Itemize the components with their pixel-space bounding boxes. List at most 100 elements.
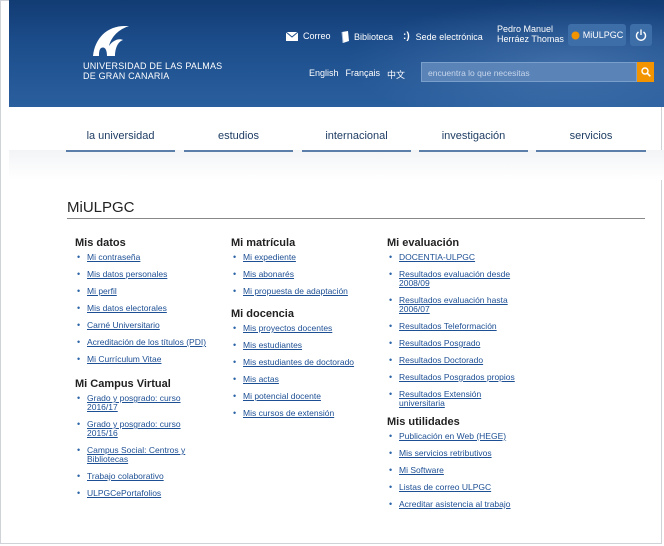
logo-text: UNIVERSIDAD DE LAS PALMAS DE GRAN CANARI… bbox=[83, 61, 222, 81]
lang-french[interactable]: Français bbox=[346, 68, 381, 81]
link-campus-social[interactable]: Campus Social: Centros y Bibliotecas bbox=[87, 445, 185, 464]
link-curriculum-vitae[interactable]: Mi Currículum Vitae bbox=[87, 354, 161, 364]
link-resultados-desde[interactable]: Resultados evaluación desde 2008/09 bbox=[399, 269, 510, 288]
mail-icon bbox=[286, 31, 298, 41]
section-mi-evaluacion: Mi evaluación bbox=[387, 237, 460, 249]
list-item: Mis datos personales bbox=[75, 269, 225, 280]
sede-link[interactable]: :) Sede electrónica bbox=[403, 31, 483, 42]
list-item: Mis estudiantes bbox=[231, 340, 381, 351]
nav-la-universidad[interactable]: la universidad bbox=[66, 130, 175, 152]
logo-line1: UNIVERSIDAD DE LAS PALMAS bbox=[83, 61, 223, 71]
list-item: Resultados Doctorado bbox=[387, 355, 547, 366]
list-item: Resultados Posgrados propios bbox=[387, 372, 547, 383]
link-acreditacion-titulos[interactable]: Acreditación de los títulos (PDI) bbox=[87, 337, 206, 347]
search-icon bbox=[640, 67, 651, 77]
list-item: Mi Currículum Vitae bbox=[75, 354, 225, 365]
link-mis-estudiantes[interactable]: Mis estudiantes bbox=[243, 340, 302, 350]
list-item: Mis actas bbox=[231, 374, 381, 385]
link-estudiantes-doctorado[interactable]: Mis estudiantes de doctorado bbox=[243, 357, 354, 367]
link-mis-actas[interactable]: Mis actas bbox=[243, 374, 279, 384]
logout-button[interactable] bbox=[630, 24, 652, 46]
miulpgc-button[interactable]: MiULPGC bbox=[568, 24, 626, 46]
section-mis-utilidades: Mis utilidades bbox=[387, 416, 460, 428]
link-cursos-extension[interactable]: Mis cursos de extensión bbox=[243, 408, 334, 418]
lang-chinese[interactable]: 中文 bbox=[387, 68, 405, 81]
site-header: UNIVERSIDAD DE LAS PALMAS DE GRAN CANARI… bbox=[9, 0, 664, 107]
link-propuesta-adaptacion[interactable]: Mi propuesta de adaptación bbox=[243, 286, 348, 296]
link-acreditar-asistencia[interactable]: Acreditar asistencia al trabajo bbox=[399, 499, 511, 509]
list-item: Resultados evaluación hasta 2006/07 bbox=[387, 296, 529, 314]
link-publicacion-web[interactable]: Publicación en Web (HEGE) bbox=[399, 431, 506, 441]
nav-servicios[interactable]: servicios bbox=[536, 130, 646, 152]
link-servicios-retributivos[interactable]: Mis servicios retributivos bbox=[399, 448, 492, 458]
link-proyectos-docentes[interactable]: Mis proyectos docentes bbox=[243, 323, 332, 333]
column-3: Mi evaluación DOCENTIA-ULPGC Resultados … bbox=[387, 237, 547, 517]
list-item: Resultados evaluación desde 2008/09 bbox=[387, 270, 529, 288]
column-1: Mis datos Mi contraseña Mis datos person… bbox=[75, 237, 225, 506]
page-title: MiULPGC bbox=[67, 199, 135, 216]
link-resultados-posgrados-propios[interactable]: Resultados Posgrados propios bbox=[399, 372, 515, 382]
search-input[interactable]: encuentra lo que necesitas bbox=[421, 62, 637, 82]
link-listas-correo[interactable]: Listas de correo ULPGC bbox=[399, 482, 491, 492]
list-item: Mis servicios retributivos bbox=[387, 448, 547, 459]
list-item: DOCENTIA-ULPGC bbox=[387, 252, 547, 263]
list-mis-utilidades: Publicación en Web (HEGE) Mis servicios … bbox=[387, 431, 547, 510]
book-icon bbox=[341, 31, 349, 43]
link-resultados-doctorado[interactable]: Resultados Doctorado bbox=[399, 355, 483, 365]
list-item: Listas de correo ULPGC bbox=[387, 482, 547, 493]
section-mi-docencia: Mi docencia bbox=[231, 308, 294, 320]
link-potencial-docente[interactable]: Mi potencial docente bbox=[243, 391, 321, 401]
list-item: Mi Software bbox=[387, 465, 547, 476]
link-carne-universitario[interactable]: Carné Universitario bbox=[87, 320, 160, 330]
link-ulpgceportafolios[interactable]: ULPGCePortafolios bbox=[87, 488, 161, 498]
link-resultados-teleformacion[interactable]: Resultados Teleformación bbox=[399, 321, 497, 331]
link-mis-datos-electorales[interactable]: Mis datos electorales bbox=[87, 303, 167, 313]
list-item: Publicación en Web (HEGE) bbox=[387, 431, 547, 442]
link-mi-perfil[interactable]: Mi perfil bbox=[87, 286, 117, 296]
link-resultados-posgrado[interactable]: Resultados Posgrado bbox=[399, 338, 480, 348]
link-resultados-extension[interactable]: Resultados Extensión universitaria bbox=[399, 389, 481, 408]
list-item: Mis estudiantes de doctorado bbox=[231, 357, 381, 368]
correo-label: Correo bbox=[303, 31, 331, 41]
link-mis-abonares[interactable]: Mis abonarés bbox=[243, 269, 294, 279]
section-campus-virtual: Mi Campus Virtual bbox=[75, 378, 171, 390]
link-mi-contrasena[interactable]: Mi contraseña bbox=[87, 252, 140, 262]
list-mis-datos: Mi contraseña Mis datos personales Mi pe… bbox=[75, 252, 225, 365]
list-item: Grado y posgrado: curso 2016/17 bbox=[75, 394, 197, 412]
list-item: Campus Social: Centros y Bibliotecas bbox=[75, 446, 207, 464]
nav-estudios[interactable]: estudios bbox=[184, 130, 293, 152]
link-mi-software[interactable]: Mi Software bbox=[399, 465, 444, 475]
correo-link[interactable]: Correo bbox=[286, 31, 331, 41]
link-curso-2015-16[interactable]: Grado y posgrado: curso 2015/16 bbox=[87, 419, 181, 438]
miulpgc-label: MiULPGC bbox=[582, 30, 624, 40]
user-name[interactable]: Pedro Manuel Herráez Thomas bbox=[497, 24, 564, 44]
biblioteca-label: Biblioteca bbox=[354, 32, 394, 42]
list-item: Mi expediente bbox=[231, 252, 381, 263]
biblioteca-link[interactable]: Biblioteca bbox=[341, 31, 393, 43]
list-item: Mi potencial docente bbox=[231, 391, 381, 402]
link-resultados-hasta[interactable]: Resultados evaluación hasta 2006/07 bbox=[399, 295, 508, 314]
list-item: Mis cursos de extensión bbox=[231, 408, 381, 419]
link-mi-expediente[interactable]: Mi expediente bbox=[243, 252, 296, 262]
link-trabajo-colaborativo[interactable]: Trabajo colaborativo bbox=[87, 471, 164, 481]
sede-icon: :) bbox=[403, 31, 410, 42]
user-first-name: Pedro Manuel bbox=[497, 24, 554, 34]
list-mi-matricula: Mi expediente Mis abonarés Mi propuesta … bbox=[231, 252, 381, 297]
list-item: Resultados Posgrado bbox=[387, 338, 547, 349]
lang-english[interactable]: English bbox=[309, 68, 339, 81]
list-item: Acreditación de los títulos (PDI) bbox=[75, 337, 225, 348]
power-icon bbox=[635, 29, 647, 41]
link-curso-2016-17[interactable]: Grado y posgrado: curso 2016/17 bbox=[87, 393, 181, 412]
column-2: Mi matrícula Mi expediente Mis abonarés … bbox=[231, 237, 381, 426]
nav-investigacion[interactable]: investigación bbox=[419, 130, 528, 152]
list-item: ULPGCePortafolios bbox=[75, 488, 225, 499]
search-button[interactable] bbox=[637, 62, 654, 82]
ulpgc-logo-icon[interactable] bbox=[89, 22, 133, 58]
list-mi-evaluacion: DOCENTIA-ULPGC Resultados evaluación des… bbox=[387, 253, 547, 408]
title-divider bbox=[67, 218, 645, 219]
link-docentia[interactable]: DOCENTIA-ULPGC bbox=[399, 252, 475, 262]
logo-line2: DE GRAN CANARIA bbox=[83, 71, 170, 81]
link-mis-datos-personales[interactable]: Mis datos personales bbox=[87, 269, 167, 279]
nav-internacional[interactable]: internacional bbox=[302, 130, 411, 152]
nav-shadow bbox=[9, 150, 664, 180]
